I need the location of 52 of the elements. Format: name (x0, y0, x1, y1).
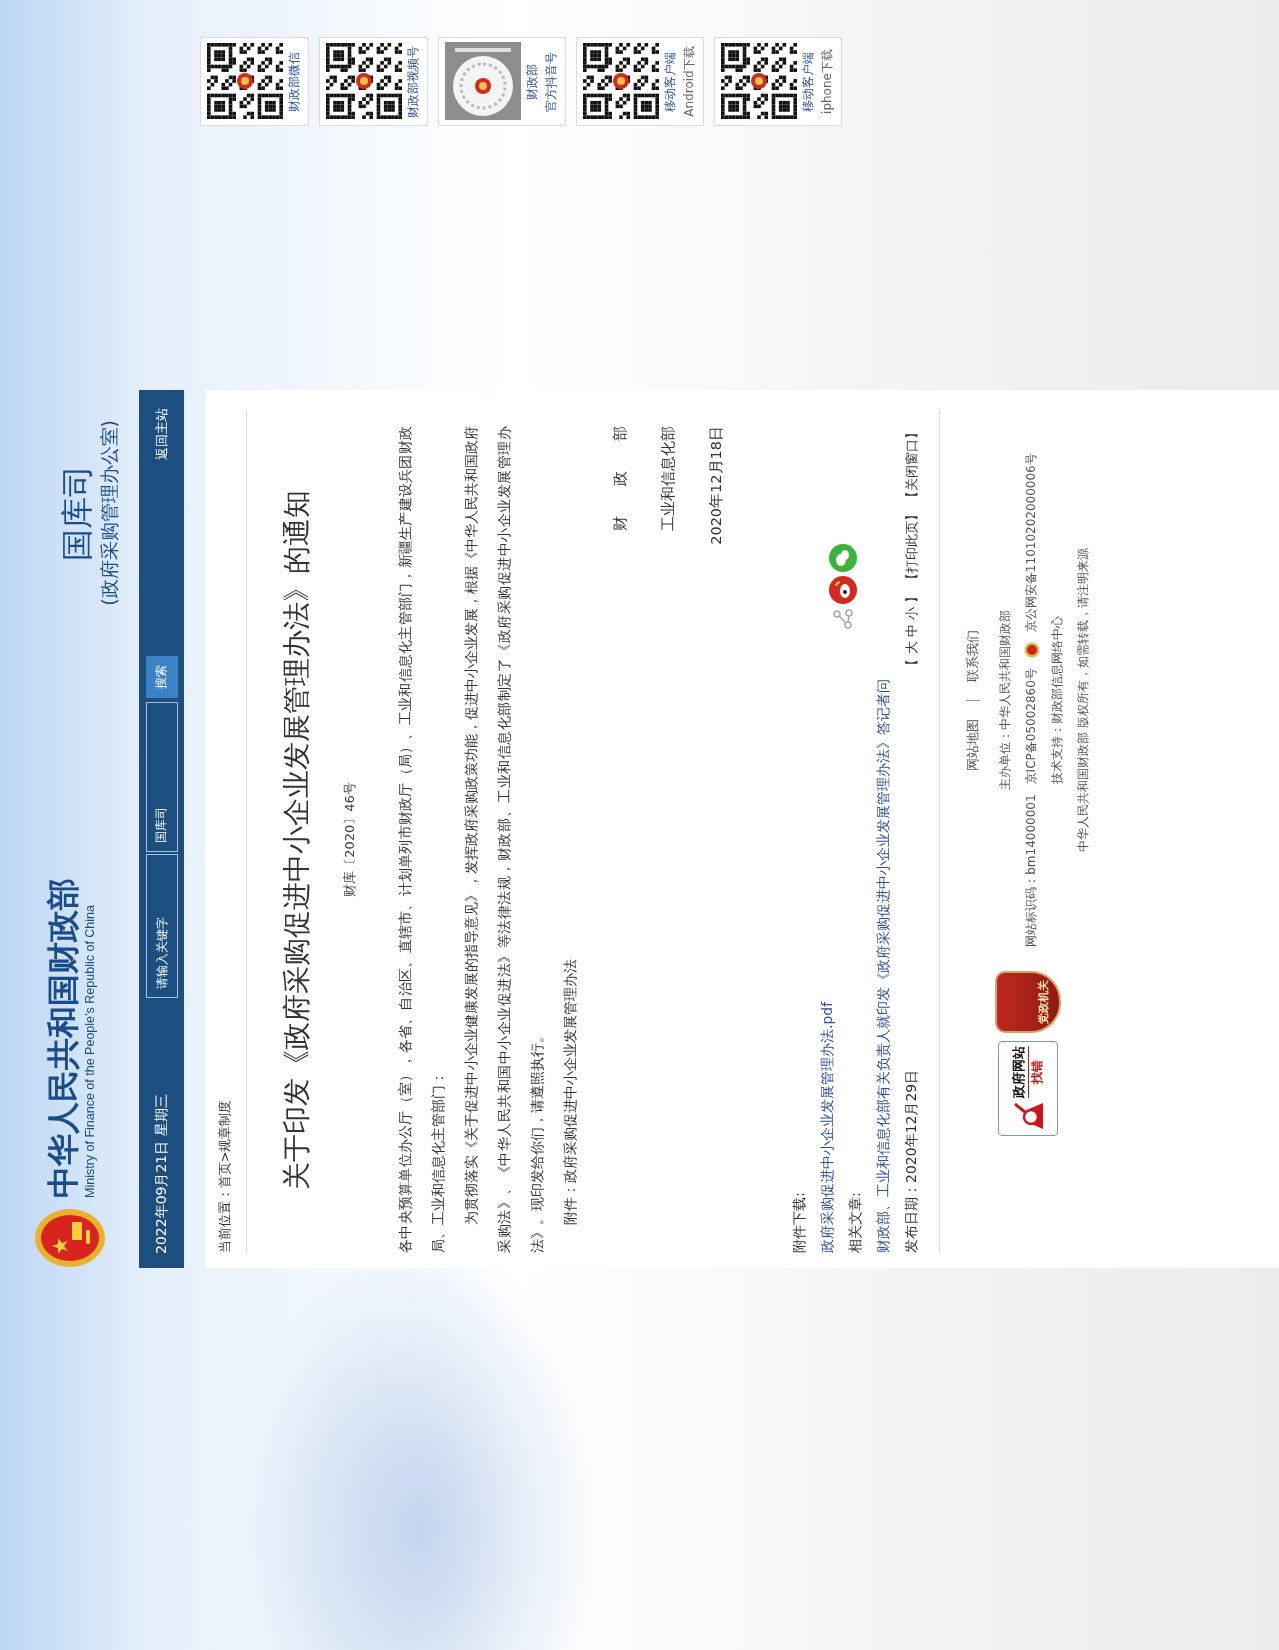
site-title: 中华人民共和国财政部 (42, 878, 83, 1198)
attachment-link[interactable]: 政府采购促进中小企业发展管理办法.pdf (819, 679, 837, 1253)
wechat-icon[interactable] (829, 544, 857, 572)
document-number: 财库〔2020〕46号 (341, 781, 358, 899)
weibo-icon[interactable] (829, 576, 857, 604)
qr-label: 移动客户端 (800, 51, 816, 112)
print-link[interactable]: 【打印此页】 (903, 508, 921, 586)
badge-text: 政府网站 (1010, 1045, 1029, 1098)
sponsor-text: 主办单位：中华人民共和国财政部 (997, 610, 1013, 790)
breadcrumb: 当前位置：首页>规章制度 (217, 410, 247, 1253)
qr-label: 财政部微信 (286, 51, 302, 112)
footer-link[interactable]: 网站地图 (964, 718, 982, 771)
article-paragraph: 各中央预算单位办公厅（室），各省、自治区、直辖市、计划单列市财政厅（局）、工业和信息化主管部门，新疆生产建设兵团财政局、工业和信息化主管部门： (396, 426, 447, 1253)
current-date: 2022年09月21日 星期三 (152, 1093, 170, 1254)
close-window-link[interactable]: 【关闭窗口】 (903, 426, 921, 504)
attachments-label: 附件下载: (791, 1191, 808, 1253)
qr-label: 财政部 (524, 63, 540, 100)
footer-link[interactable]: 联系我们 (964, 629, 982, 682)
police-record-text: 京公网安备11010202000006号 (1023, 453, 1039, 633)
site-code-text: 网站标识码：bm14000001 (1023, 794, 1039, 947)
police-emblem-icon (1023, 642, 1040, 659)
signature-line: 2020年12月18日 (707, 426, 725, 545)
article-paragraph: 为贯彻落实《关于促进中小企业健康发展的指导意见》，发挥政府采购政策功能，促进中小企业发展，根据《中华人民共和国政府采购法》、《中华人民共和国中小企业促进法》等法律法规，财政部、工业和信息化部制定了《政府采购促进中小企业发展管理办法》。现印发给你们，请遵照执行。 (462, 426, 546, 1253)
badge-text: 找错 (1029, 1059, 1045, 1084)
error-report-badge[interactable]: 政府网站 找错 (998, 1040, 1058, 1136)
qr-label: 财政部视频号 (405, 45, 421, 118)
related-label: 相关文章: (847, 1191, 864, 1253)
home-link[interactable]: 返回主站 (152, 404, 171, 460)
related-article-link[interactable]: 财政部、工业和信息化部有关负责人就印发《政府采购促进中小企业发展管理办法》答记者问 (875, 679, 893, 1253)
magnifier-icon (1011, 1100, 1045, 1131)
font-size-links[interactable]: 【 大 中 小 】 (903, 590, 921, 672)
qr-label: Android下载 (681, 46, 697, 117)
qr-label: 移动客户端 (662, 51, 678, 112)
badge-text: 党政机关 (1036, 979, 1051, 1024)
article-title: 关于印发《政府采购促进中小企业发展管理办法》的通知 (279, 488, 314, 1192)
search-field[interactable]: 请输入关键字 (145, 854, 178, 998)
support-text: 技术支持：财政部信息网络中心 (1049, 616, 1065, 784)
qr-label: iphone下载 (819, 49, 835, 114)
publish-date: 发布日期：2020年12月29日 (903, 1068, 920, 1253)
signature-line: 财 政 部 (611, 426, 629, 531)
department-note: (政府采购管理办公室) (96, 420, 121, 606)
scope-select[interactable]: 国库司 (145, 702, 178, 852)
signature-line: 工业和信息化部 (659, 426, 677, 531)
site-subtitle: Ministry of Finance of the People’s Republic of China (82, 904, 97, 1198)
qr-label: 官方抖音号 (543, 51, 559, 112)
party-government-badge[interactable]: 党政机关 (995, 970, 1061, 1033)
article-paragraph: 附件：政府采购促进中小企业发展管理办法 (561, 957, 579, 1227)
department-title: 国库司 (56, 464, 97, 561)
copyright-text: 中华人民共和国财政部 版权所有，如需转载，请注明来源 (1075, 548, 1091, 852)
search-button[interactable]: 搜索 (145, 656, 178, 698)
icp-text: 京ICP备05002860号 (1023, 668, 1039, 785)
share-icon[interactable] (832, 608, 854, 630)
